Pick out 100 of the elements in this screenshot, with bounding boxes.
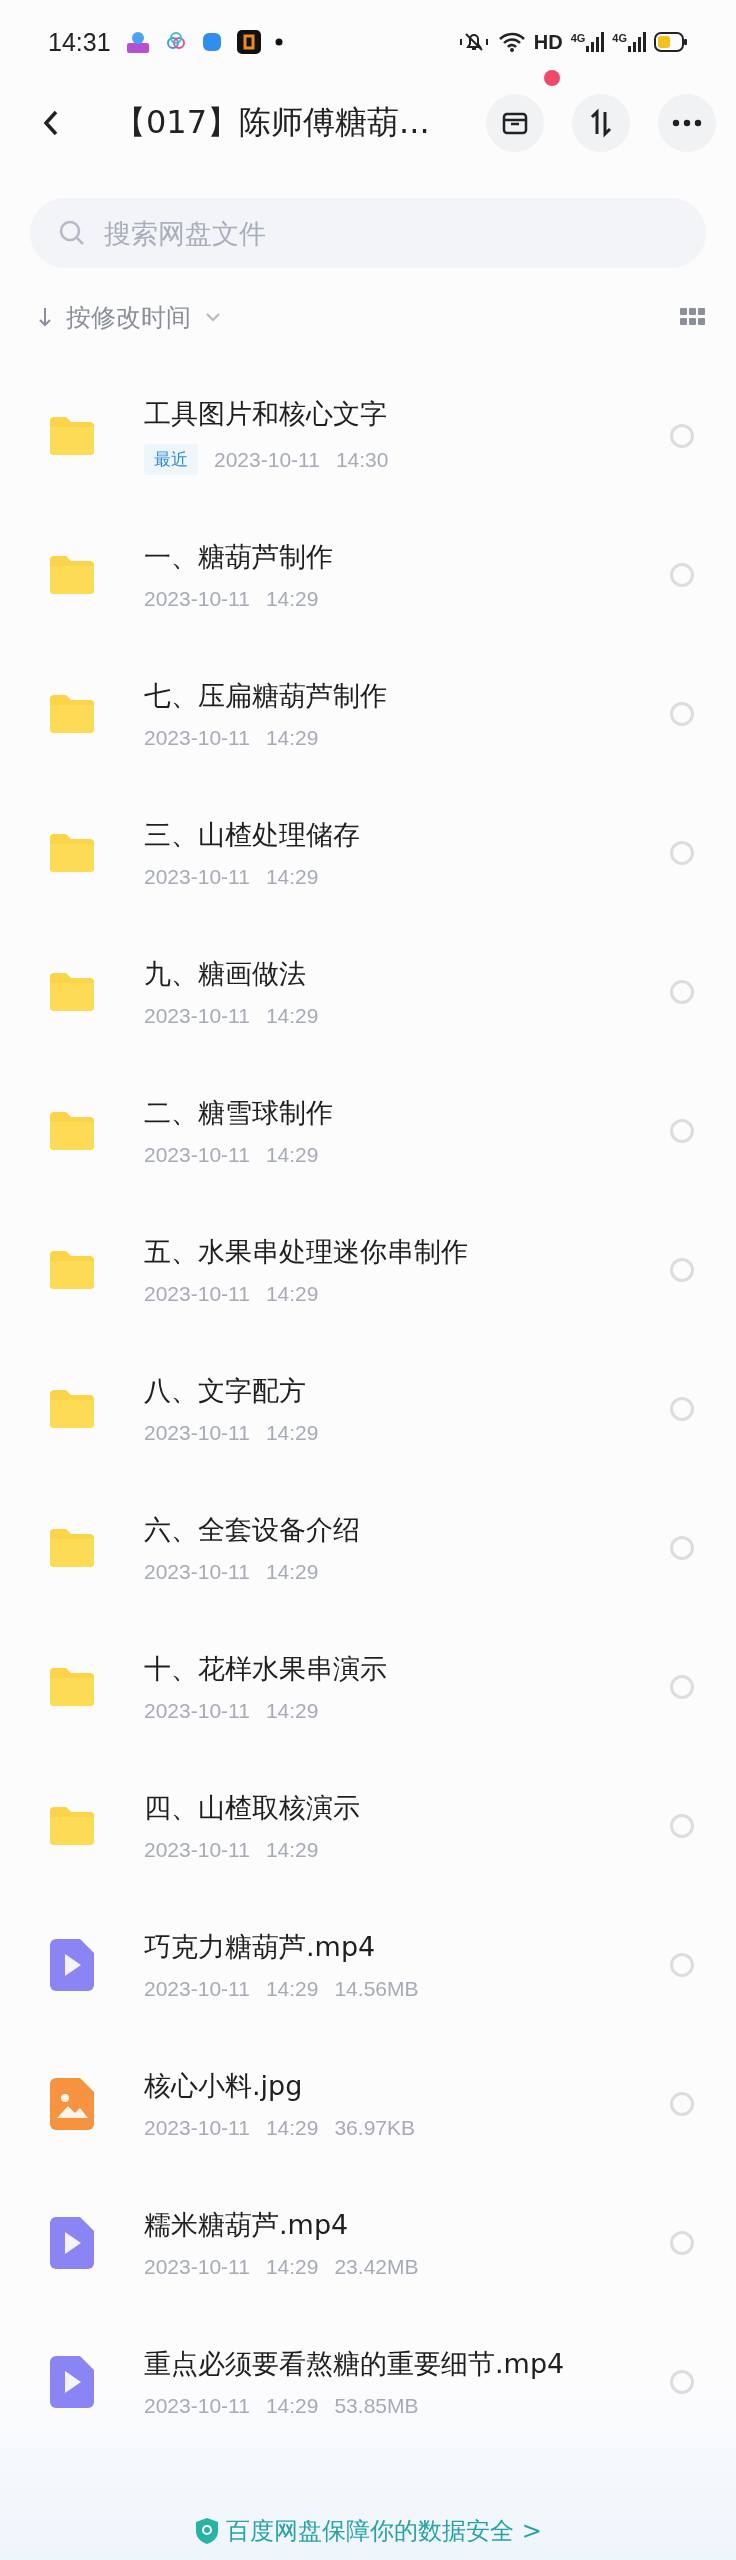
select-radio[interactable]: [670, 1257, 694, 1282]
search-field[interactable]: 搜索网盘文件: [30, 198, 706, 268]
file-name: 一、糖葫芦制作: [144, 539, 334, 574]
select-radio[interactable]: [670, 2230, 694, 2255]
select-radio[interactable]: [670, 979, 694, 1004]
select-radio[interactable]: [670, 1396, 694, 1421]
file-date: 2023-10-11: [144, 2115, 250, 2140]
file-row[interactable]: 三、山楂处理储存 2023-10-11 14:29: [0, 783, 736, 922]
select-radio[interactable]: [670, 1118, 694, 1143]
file-name: 三、山楂处理储存: [144, 817, 361, 852]
grid-icon: [680, 307, 706, 327]
file-date: 2023-10-11: [144, 1976, 250, 2001]
select-radio[interactable]: [670, 423, 694, 448]
file-row[interactable]: 六、全套设备介绍 2023-10-11 14:29: [0, 1478, 736, 1617]
file-row[interactable]: 重点必须要看熬糖的重要细节.mp4 2023-10-11 14:29 53.85MB: [0, 2312, 736, 2451]
folder-icon: [50, 972, 94, 1011]
file-time: 14:29: [265, 1698, 319, 1723]
file-name: 四、山楂取核演示: [144, 1790, 361, 1825]
file-name: 巧克力糖葫芦.mp4: [144, 1929, 377, 1964]
file-time: 14:29: [265, 2393, 319, 2418]
file-size: 23.42MB: [334, 2254, 419, 2279]
file-date: 2023-10-11: [144, 1142, 250, 1167]
file-row[interactable]: 一、糖葫芦制作 2023-10-11 14:29: [0, 505, 736, 644]
file-time: 14:29: [265, 1559, 319, 1584]
app-icon: [200, 31, 223, 53]
file-name: 核心小料.jpg: [144, 2068, 304, 2103]
folder-icon: [50, 1667, 94, 1706]
file-row[interactable]: 九、糖画做法 2023-10-11 14:29: [0, 922, 736, 1061]
file-row[interactable]: 四、山楂取核演示 2023-10-11 14:29: [0, 1756, 736, 1895]
status-time: 14:31: [48, 27, 111, 57]
signal-icon: [586, 32, 605, 52]
select-radio[interactable]: [670, 562, 694, 587]
select-radio[interactable]: [670, 1952, 694, 1977]
file-time: 14:29: [265, 1976, 319, 2001]
file-size: 14.56MB: [334, 1976, 419, 2001]
file-date: 2023-10-11: [144, 725, 250, 750]
file-name: 重点必须要看熬糖的重要细节.mp4: [144, 2346, 566, 2381]
file-time: 14:30: [335, 447, 389, 472]
file-date: 2023-10-11: [144, 586, 250, 611]
video-file-icon: [50, 2216, 94, 2269]
battery-icon: [654, 32, 688, 52]
file-row[interactable]: 八、文字配方 2023-10-11 14:29: [0, 1339, 736, 1478]
video-file-icon: [50, 1938, 94, 1991]
file-time: 14:29: [265, 2254, 319, 2279]
file-row[interactable]: 糯米糖葫芦.mp4 2023-10-11 14:29 23.42MB: [0, 2173, 736, 2312]
select-radio[interactable]: [670, 840, 694, 865]
file-time: 14:29: [265, 586, 319, 611]
file-date: 2023-10-11: [214, 447, 320, 472]
folder-icon: [50, 1389, 94, 1428]
select-radio[interactable]: [670, 701, 694, 726]
file-time: 14:29: [265, 864, 319, 889]
select-radio[interactable]: [670, 1535, 694, 1560]
file-time: 14:29: [265, 1281, 319, 1306]
select-radio[interactable]: [670, 1813, 694, 1838]
file-date: 2023-10-11: [144, 1698, 250, 1723]
file-date: 2023-10-11: [144, 864, 250, 889]
file-time: 14:29: [265, 1003, 319, 1028]
file-row[interactable]: 工具图片和核心文字 最近 2023-10-11 14:30: [0, 366, 736, 505]
app-icon: [124, 29, 151, 55]
select-radio[interactable]: [670, 1674, 694, 1699]
more-icon: [672, 119, 702, 127]
video-file-icon: [50, 2355, 94, 2408]
file-row[interactable]: 巧克力糖葫芦.mp4 2023-10-11 14:29 14.56MB: [0, 1895, 736, 2034]
folder-icon: [50, 833, 94, 872]
file-name: 二、糖雪球制作: [144, 1095, 334, 1130]
file-size: 36.97KB: [334, 2115, 415, 2140]
signal-label: 4G: [612, 32, 627, 44]
folder-icon: [50, 555, 94, 594]
folder-icon: [50, 1528, 94, 1567]
file-time: 14:29: [265, 1142, 319, 1167]
image-file-icon: [50, 2077, 94, 2130]
file-row[interactable]: 七、压扁糖葫芦制作 2023-10-11 14:29: [0, 644, 736, 783]
file-row[interactable]: 核心小料.jpg 2023-10-11 14:29 36.97KB: [0, 2034, 736, 2173]
file-time: 14:29: [265, 2115, 319, 2140]
file-row[interactable]: 十、花样水果串演示 2023-10-11 14:29: [0, 1617, 736, 1756]
folder-icon: [50, 1806, 94, 1845]
file-name: 六、全套设备介绍: [144, 1512, 361, 1547]
file-date: 2023-10-11: [144, 1003, 250, 1028]
dot-icon: [274, 38, 283, 46]
file-row[interactable]: 五、水果串处理迷你串制作 2023-10-11 14:29: [0, 1200, 736, 1339]
file-size: 53.85MB: [334, 2393, 419, 2418]
file-date: 2023-10-11: [144, 1837, 250, 1862]
recent-tag: 最近: [144, 444, 198, 475]
file-row[interactable]: 二、糖雪球制作 2023-10-11 14:29: [0, 1061, 736, 1200]
select-radio[interactable]: [670, 2091, 694, 2116]
file-date: 2023-10-11: [144, 1281, 250, 1306]
file-name: 九、糖画做法: [144, 956, 307, 991]
file-name: 七、压扁糖葫芦制作: [144, 678, 388, 713]
folder-title: 【017】陈师傅糖葫...: [114, 102, 430, 143]
down-arrow-icon: [38, 306, 52, 328]
signal-icon: [628, 32, 646, 52]
grid-view-button[interactable]: [680, 307, 706, 327]
folder-icon: [50, 694, 94, 733]
select-radio[interactable]: [670, 2369, 694, 2394]
file-date: 2023-10-11: [144, 2393, 250, 2418]
file-time: 14:29: [265, 1420, 319, 1445]
file-name: 五、水果串处理迷你串制作: [144, 1234, 469, 1269]
folder-icon: [50, 1250, 94, 1289]
wifi-icon: [497, 31, 526, 53]
file-name: 八、文字配方: [144, 1373, 307, 1408]
